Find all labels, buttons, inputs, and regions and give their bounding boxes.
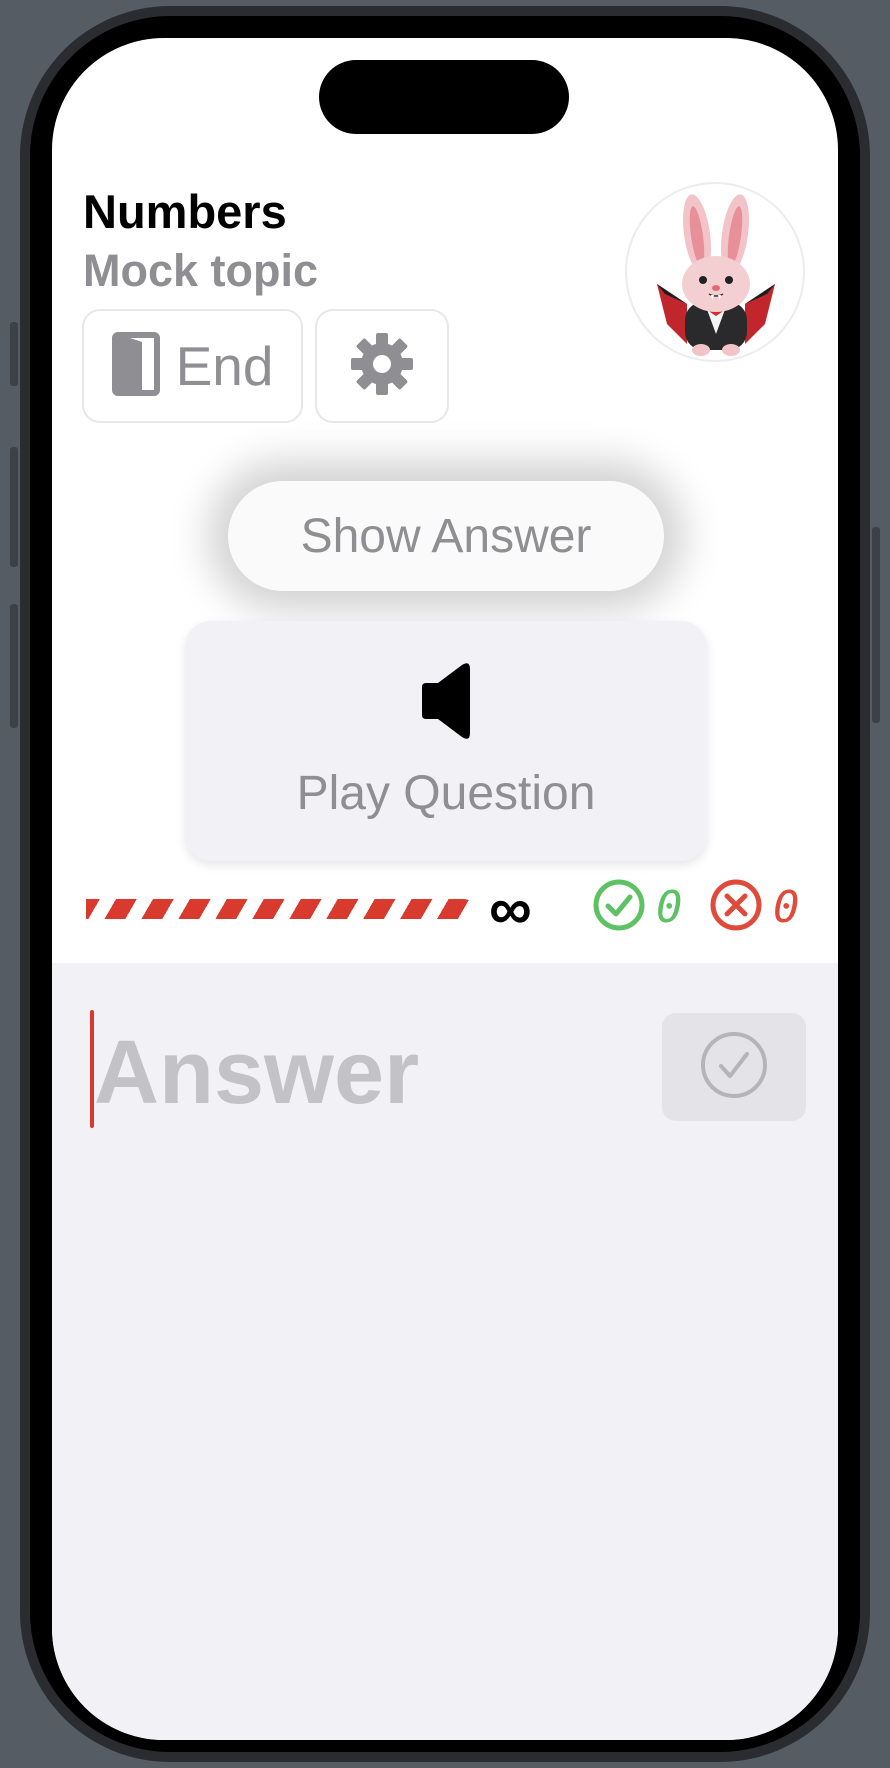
checkmark-circle-icon [699, 1030, 769, 1105]
submit-answer-button[interactable] [662, 1013, 806, 1121]
wrong-count: 0 [773, 882, 800, 933]
action-button [10, 322, 18, 386]
mascot-avatar[interactable] [625, 182, 805, 362]
correct-counter: 0 [592, 878, 683, 937]
correct-count: 0 [656, 882, 683, 933]
wrong-counter: 0 [709, 878, 800, 937]
play-question-button[interactable]: Play Question [185, 621, 707, 861]
answer-panel [52, 963, 838, 1740]
show-answer-button[interactable]: Show Answer [228, 481, 664, 591]
answer-input[interactable] [94, 1018, 614, 1128]
vampire-bunny-illustration [657, 194, 775, 356]
topic-title: Numbers [83, 185, 287, 238]
play-question-label: Play Question [296, 767, 596, 820]
time-progress-bar [86, 899, 474, 919]
volume-up-button [10, 447, 18, 567]
end-button[interactable]: End [82, 309, 303, 423]
power-button [872, 527, 880, 723]
speaker-icon [420, 663, 472, 744]
xmark-circle-icon [709, 878, 763, 937]
dynamic-island [319, 60, 569, 134]
topic-subtitle: Mock topic [83, 245, 319, 296]
door-icon [111, 331, 160, 401]
volume-down-button [10, 604, 18, 728]
end-button-label: End [175, 335, 274, 397]
gear-icon [350, 332, 414, 401]
settings-button[interactable] [315, 309, 449, 423]
time-limit-indicator: ∞ [489, 875, 532, 942]
app-screen: Numbers Mock topic End Show Answer Play … [52, 38, 838, 1740]
checkmark-circle-icon [592, 878, 646, 937]
